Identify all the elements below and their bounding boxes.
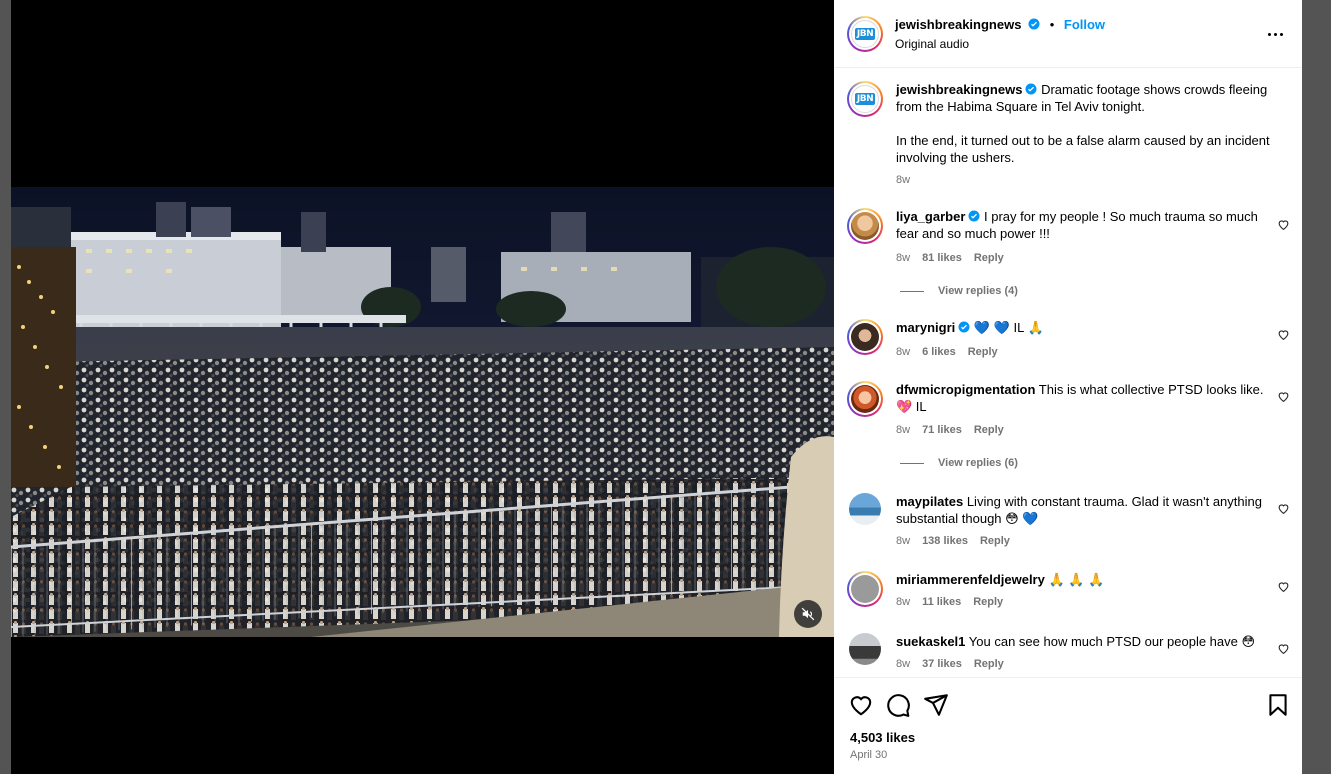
mute-toggle-button[interactable] — [794, 600, 822, 628]
comment-item: marynigri 💙 💙 IL 🙏 8w 6 likes Reply — [834, 319, 1302, 369]
speaker-muted-icon — [801, 607, 815, 621]
comment-likes[interactable]: 71 likes — [922, 424, 962, 436]
author-avatar[interactable]: JBN — [847, 16, 883, 52]
video-player[interactable] — [11, 0, 834, 774]
jbn-logo: JBN — [854, 28, 876, 40]
comment-text: 💙 💙 IL 🙏 — [973, 320, 1044, 335]
comment-heart-icon[interactable] — [1277, 642, 1290, 655]
comment-item: miriammerenfeldjewelry 🙏 🙏 🙏 8w 11 likes R… — [834, 571, 1302, 621]
comment-likes[interactable]: 138 likes — [922, 535, 968, 547]
commenter-avatar[interactable] — [847, 571, 883, 607]
comment-age: 8w — [896, 596, 911, 608]
commenter-avatar[interactable] — [847, 381, 883, 417]
comment-heart-icon[interactable] — [1277, 328, 1290, 341]
commenter-avatar[interactable] — [847, 319, 883, 355]
reply-button[interactable]: Reply — [980, 535, 1010, 547]
post-actions-footer: 4,503 likes April 30 — [834, 677, 1302, 774]
comment-likes[interactable]: 37 likes — [922, 658, 962, 670]
comment-username[interactable]: dfwmicropigmentation — [896, 382, 1035, 397]
follow-button[interactable]: Follow — [1064, 17, 1105, 32]
post-sidebar: JBN jewishbreakingnews • Follow Original… — [834, 0, 1302, 774]
verified-badge-icon — [958, 321, 970, 333]
view-replies-button[interactable]: View replies (4) — [900, 285, 1018, 297]
comment-likes[interactable]: 81 likes — [922, 252, 962, 264]
likes-count[interactable]: 4,503 likes — [850, 730, 915, 745]
reply-button[interactable]: Reply — [974, 424, 1004, 436]
comment-heart-icon[interactable] — [1277, 580, 1290, 593]
comment-heart-icon[interactable] — [1277, 390, 1290, 403]
post-header: JBN jewishbreakingnews • Follow Original… — [834, 0, 1302, 68]
reply-button[interactable]: Reply — [973, 596, 1003, 608]
verified-badge-icon — [968, 210, 980, 222]
post-caption: JBN jewishbreakingnews Dramatic footage … — [834, 81, 1302, 191]
jbn-logo: JBN — [854, 93, 876, 105]
author-avatar[interactable]: JBN — [847, 81, 883, 117]
reply-button[interactable]: Reply — [968, 346, 998, 358]
comments-list[interactable]: JBN jewishbreakingnews Dramatic footage … — [834, 69, 1302, 677]
verified-badge-icon — [1028, 18, 1040, 30]
comment-item: dfwmicropigmentation This is what collec… — [834, 381, 1302, 471]
reply-button[interactable]: Reply — [974, 658, 1004, 670]
bookmark-icon[interactable] — [1265, 692, 1291, 718]
paper-plane-icon[interactable] — [923, 692, 949, 718]
comment-likes[interactable]: 11 likes — [922, 596, 961, 608]
comment-item: liya_garber I pray for my people ! So mu… — [834, 208, 1302, 298]
comment-heart-icon[interactable] — [1277, 502, 1290, 515]
post-date[interactable]: April 30 — [850, 749, 887, 761]
comment-text: You can see how much PTSD our people hav… — [968, 634, 1256, 649]
speech-bubble-icon[interactable] — [885, 692, 911, 718]
comment-text: 🙏 🙏 🙏 — [1048, 572, 1105, 587]
comment-age: 8w — [896, 424, 911, 436]
video-still-crowd-scene — [11, 187, 834, 637]
comment-age: 8w — [896, 346, 911, 358]
separator-dot: • — [1049, 17, 1055, 32]
reply-button[interactable]: Reply — [974, 252, 1004, 264]
commenter-avatar[interactable] — [847, 208, 883, 244]
verified-badge-icon — [1025, 83, 1037, 95]
comment-username[interactable]: maypilates — [896, 494, 963, 509]
author-username[interactable]: jewishbreakingnews — [895, 17, 1021, 32]
caption-text-p2: In the end, it turned out to be a false … — [896, 133, 1270, 165]
comment-age: 8w — [896, 252, 911, 264]
more-options-icon[interactable] — [1262, 24, 1288, 44]
video-frame[interactable] — [11, 187, 834, 637]
comment-heart-icon[interactable] — [1277, 218, 1290, 231]
commenter-avatar[interactable] — [849, 633, 881, 665]
comment-username[interactable]: liya_garber — [896, 209, 965, 224]
heart-icon[interactable] — [848, 692, 874, 718]
comment-username[interactable]: marynigri — [896, 320, 955, 335]
commenter-avatar[interactable] — [849, 493, 881, 525]
comment-age: 8w — [896, 535, 911, 547]
comment-age: 8w — [896, 658, 911, 670]
comment-username[interactable]: miriammerenfeldjewelry — [896, 572, 1045, 587]
page-backdrop-left — [0, 0, 11, 774]
audio-label[interactable]: Original audio — [895, 37, 969, 51]
caption-age: 8w — [896, 174, 911, 186]
comment-username[interactable]: suekaskel1 — [896, 634, 965, 649]
comment-item: suekaskel1 You can see how much PTSD our… — [834, 633, 1302, 677]
view-replies-button[interactable]: View replies (6) — [900, 457, 1018, 469]
page-backdrop-right — [1302, 0, 1331, 774]
comment-likes[interactable]: 6 likes — [922, 346, 956, 358]
caption-username[interactable]: jewishbreakingnews — [896, 82, 1022, 97]
comment-item: maypilates Living with constant trauma. … — [834, 493, 1302, 553]
